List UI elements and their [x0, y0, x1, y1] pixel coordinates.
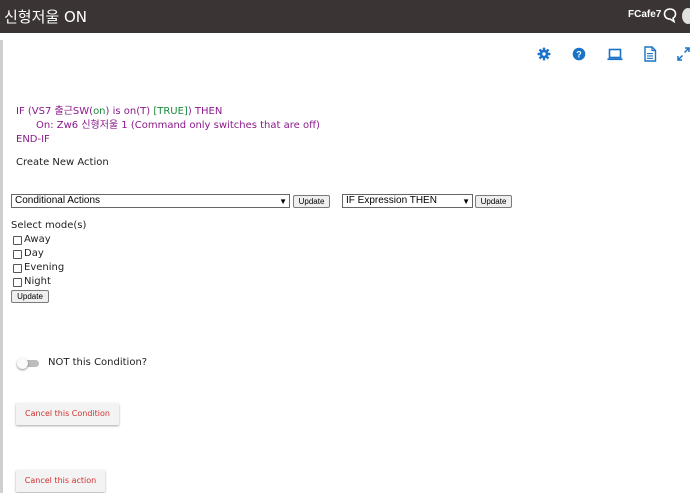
laptop-icon[interactable]	[607, 46, 623, 67]
mode-option-evening[interactable]: Evening	[11, 261, 86, 275]
not-condition-toggle[interactable]	[17, 358, 39, 369]
help-icon[interactable]: ?	[572, 46, 586, 67]
mode-option-day[interactable]: Day	[11, 247, 86, 261]
rule-expression: IF (VS7 출근SW(on) is on(T) [TRUE]) THEN O…	[16, 105, 320, 147]
expression-line-endif: END-IF	[16, 134, 50, 145]
action-update-button[interactable]: Update	[293, 195, 330, 208]
expression-update-button[interactable]: Update	[475, 195, 512, 208]
mode-label: Away	[24, 234, 51, 245]
expression-type-select[interactable]: IF Expression THEN ▼	[342, 194, 473, 208]
document-icon[interactable]	[643, 46, 657, 67]
modes-update-button[interactable]: Update	[11, 290, 49, 303]
chevron-down-icon: ▼	[462, 197, 470, 206]
avatar[interactable]	[682, 8, 690, 24]
mode-label: Night	[24, 276, 51, 287]
top-bar: 신형저울 ON FCafe7	[0, 0, 690, 33]
mode-label: Day	[24, 248, 44, 259]
user-name[interactable]: FCafe7	[628, 9, 661, 20]
create-action-title: Create New Action	[16, 157, 109, 168]
expand-icon[interactable]	[677, 46, 690, 67]
toggle-knob	[17, 358, 28, 369]
not-condition-label: NOT this Condition?	[48, 357, 148, 368]
checkbox[interactable]	[13, 249, 22, 259]
expression-type-value: IF Expression THEN	[346, 195, 437, 206]
expression-if-middle: ) is on(T)	[105, 106, 154, 117]
expression-if-suffix: ) THEN	[187, 106, 223, 117]
cancel-condition-button[interactable]: Cancel this Condition	[16, 403, 119, 425]
mode-selection: Select mode(s) Away Day Evening Night	[11, 219, 86, 289]
chevron-down-icon: ▼	[279, 197, 287, 206]
expression-on-state: on	[93, 106, 106, 117]
action-type-select[interactable]: Conditional Actions ▼	[11, 194, 290, 208]
gear-icon[interactable]	[537, 46, 551, 67]
mode-label: Evening	[24, 262, 65, 273]
checkbox[interactable]	[13, 277, 22, 287]
expression-line-action: On: Zw6 신형저울 1 (Command only switches th…	[36, 120, 320, 131]
action-type-value: Conditional Actions	[15, 195, 101, 206]
cancel-action-button[interactable]: Cancel this action	[16, 470, 105, 492]
expression-true-state: [TRUE]	[153, 106, 188, 117]
chat-icon[interactable]	[663, 7, 677, 28]
expression-if-prefix: IF (VS7 출근SW(	[16, 106, 94, 117]
page-title: 신형저울 ON	[4, 8, 87, 26]
checkbox[interactable]	[13, 235, 22, 245]
checkbox[interactable]	[13, 263, 22, 273]
mode-option-night[interactable]: Night	[11, 275, 86, 289]
svg-text:?: ?	[576, 49, 582, 59]
expression-line-if: IF (VS7 출근SW(on) is on(T) [TRUE]) THEN	[16, 105, 320, 119]
left-divider	[0, 40, 3, 493]
mode-option-away[interactable]: Away	[11, 233, 86, 247]
modes-label: Select mode(s)	[11, 220, 87, 231]
